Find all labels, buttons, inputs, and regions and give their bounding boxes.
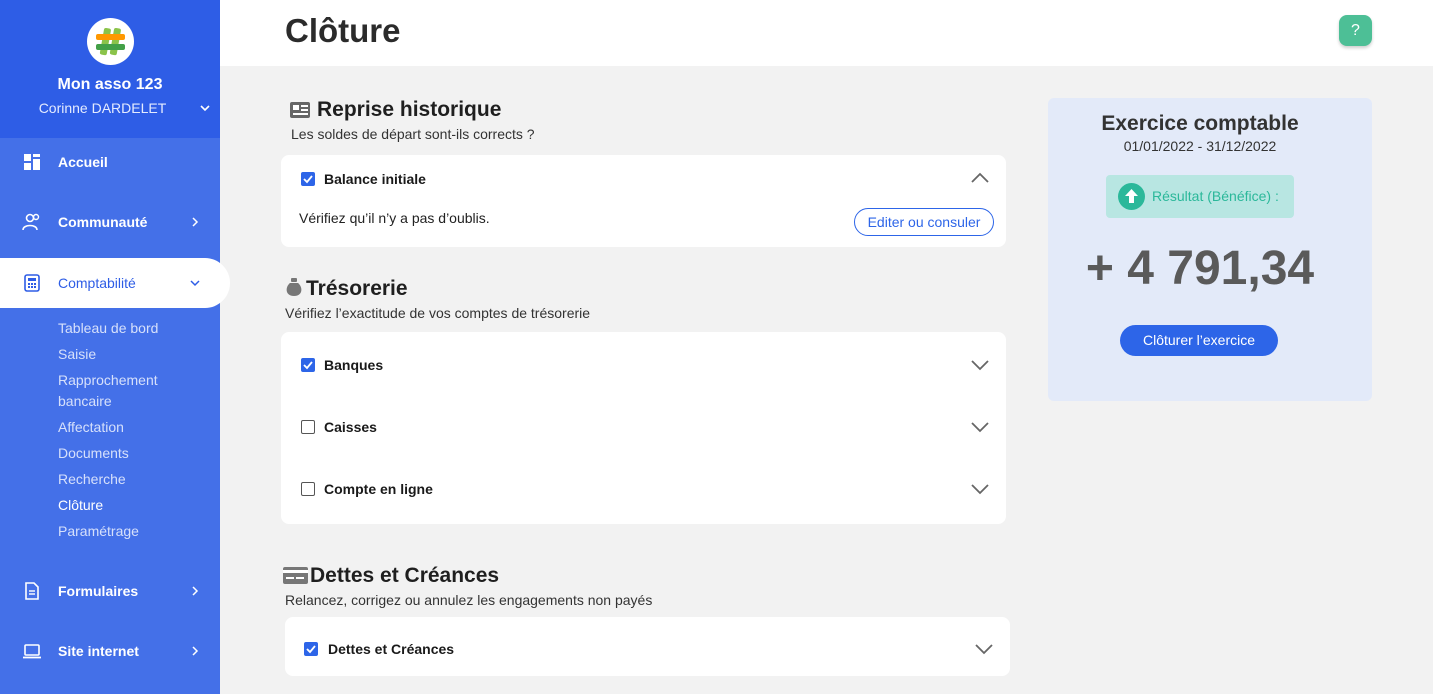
close-exercise-button[interactable]: Clôturer l’exercice <box>1120 325 1278 356</box>
sidebar-subitem-recherche[interactable]: Recherche <box>58 469 126 490</box>
sidebar-item-label: Comptabilité <box>58 275 136 291</box>
exercice-dates: 01/01/2022 - 31/12/2022 <box>1123 138 1277 154</box>
compte-en-ligne-checkbox[interactable] <box>301 482 315 496</box>
tresorerie-card: Banques Caisses Compte en ligne <box>281 332 1006 524</box>
section-title-reprise: Reprise historique <box>317 98 502 121</box>
sidebar-item-accueil[interactable]: Accueil <box>0 138 220 186</box>
dettes-label: Dettes et Créances <box>328 641 455 657</box>
exercice-panel: Exercice comptable 01/01/2022 - 31/12/20… <box>1048 98 1372 401</box>
edit-consult-button[interactable]: Editer ou consuler <box>854 208 994 236</box>
sidebar-subitem-documents[interactable]: Documents <box>58 443 129 464</box>
chevron-down-icon[interactable] <box>198 101 212 115</box>
page-title: Clôture <box>285 12 401 49</box>
association-logo-icon <box>87 18 134 65</box>
sidebar-subitem-rapprochement-line2[interactable]: bancaire <box>58 391 112 412</box>
chevron-down-icon <box>190 280 200 287</box>
chevron-right-icon <box>192 646 199 656</box>
section-title-dettes: Dettes et Créances <box>310 564 500 587</box>
arrow-up-circle-icon <box>1118 183 1145 210</box>
check-icon <box>303 361 313 370</box>
calculator-icon <box>24 274 40 292</box>
sidebar-item-formulaires[interactable]: Formulaires <box>0 567 220 615</box>
check-icon <box>303 175 313 184</box>
chevron-down-icon[interactable] <box>974 643 994 655</box>
caisses-label: Caisses <box>324 419 377 435</box>
sidebar-item-communaute[interactable]: Communauté <box>0 198 220 246</box>
result-badge: Résultat (Bénéfice) : <box>1106 175 1294 218</box>
help-button[interactable]: ? <box>1339 15 1372 46</box>
banques-checkbox[interactable] <box>301 358 315 372</box>
chevron-down-icon[interactable] <box>970 483 990 495</box>
section-subtitle-dettes: Relancez, corrigez ou annulez les engage… <box>285 592 653 608</box>
banques-label: Banques <box>324 357 384 373</box>
laptop-icon <box>23 644 41 659</box>
sidebar-item-label: Accueil <box>58 154 108 170</box>
balance-initiale-checkbox[interactable] <box>301 172 315 186</box>
chevron-right-icon <box>192 586 199 596</box>
money-bag-icon <box>286 278 302 296</box>
result-value: + 4 791,34 <box>1085 242 1315 295</box>
dashboard-icon <box>24 154 40 170</box>
sidebar-subitem-affectation[interactable]: Affectation <box>58 417 124 438</box>
exercice-title: Exercice comptable <box>1101 112 1299 135</box>
balance-initiale-label: Balance initiale <box>324 171 426 187</box>
sidebar-subitem-tableau-de-bord[interactable]: Tableau de bord <box>58 318 158 339</box>
newspaper-icon <box>290 102 310 118</box>
top-header: Clôture ? <box>220 0 1433 66</box>
section-title-tresorerie: Trésorerie <box>306 277 408 300</box>
result-label: Résultat (Bénéfice) : <box>1152 188 1279 204</box>
sidebar-item-label: Communauté <box>58 214 148 230</box>
sidebar-item-label: Site internet <box>58 643 139 659</box>
sidebar-subitem-rapprochement[interactable]: Rapprochement <box>58 370 158 391</box>
document-icon <box>25 582 39 600</box>
credit-card-icon <box>283 567 308 584</box>
sidebar-item-site-internet[interactable]: Site internet <box>0 627 220 675</box>
sidebar-subitem-parametrage[interactable]: Paramétrage <box>58 521 139 542</box>
organization-name: Mon asso 123 <box>57 76 163 93</box>
sidebar-item-label: Formulaires <box>58 583 139 599</box>
section-subtitle-tresorerie: Vérifiez l’exactitude de vos comptes de … <box>285 305 591 321</box>
sidebar-subitem-cloture[interactable]: Clôture <box>58 495 103 516</box>
users-icon <box>22 213 40 231</box>
caisses-checkbox[interactable] <box>301 420 315 434</box>
chevron-right-icon <box>192 217 199 227</box>
chevron-down-icon[interactable] <box>970 421 990 433</box>
compte-en-ligne-label: Compte en ligne <box>324 481 433 497</box>
dettes-card: Dettes et Créances <box>285 617 1010 676</box>
sidebar-item-comptabilite[interactable]: Comptabilité <box>0 258 230 308</box>
balance-hint-text: Vérifiez qu’il n’y a pas d’oublis. <box>299 210 490 226</box>
sidebar-header: Mon asso 123 Corinne DARDELET <box>0 0 220 138</box>
balance-initiale-card: Balance initiale Vérifiez qu’il n’y a pa… <box>281 155 1006 247</box>
chevron-down-icon[interactable] <box>970 359 990 371</box>
check-icon <box>306 645 316 654</box>
user-name[interactable]: Corinne DARDELET <box>0 100 205 116</box>
section-subtitle-reprise: Les soldes de départ sont-ils corrects ? <box>291 126 535 142</box>
sidebar-subitem-saisie[interactable]: Saisie <box>58 344 96 365</box>
sidebar: Mon asso 123 Corinne DARDELET Accueil Co… <box>0 0 230 694</box>
dettes-checkbox[interactable] <box>304 642 318 656</box>
chevron-up-icon[interactable] <box>970 172 990 184</box>
